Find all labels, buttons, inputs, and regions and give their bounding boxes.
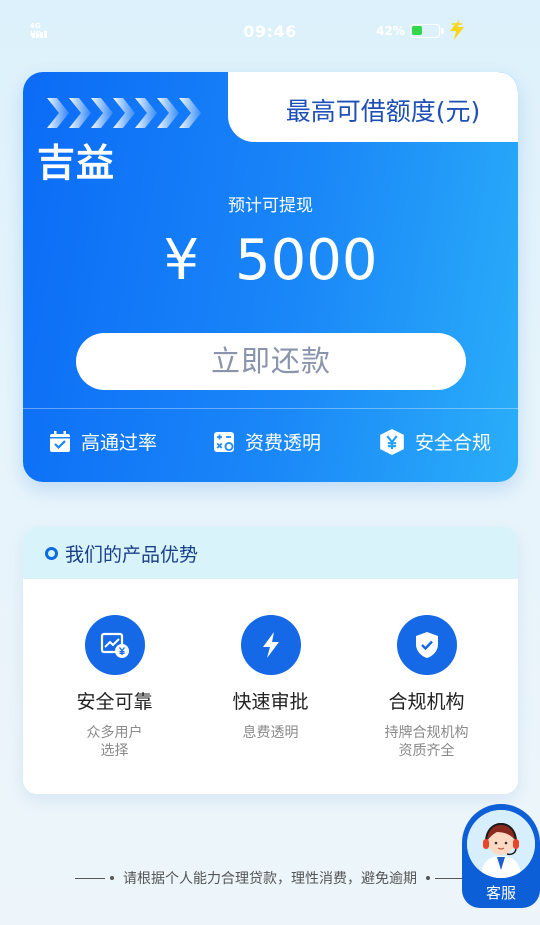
advantages-card: 我们的产品优势 安全可靠 众多用户 选择 快速审批 息费透明 合规机构 持牌合规… xyxy=(23,527,518,794)
calculator-icon xyxy=(214,431,234,452)
customer-service-label: 客服 xyxy=(485,884,516,902)
customer-service-avatar-icon xyxy=(467,810,535,878)
yuan-shield-icon xyxy=(380,428,404,455)
advantage-desc: 持牌合规机构 资质齐全 xyxy=(344,724,509,760)
charging-bolt-icon xyxy=(450,20,464,40)
battery-icon xyxy=(410,24,444,38)
currency-symbol: ¥ xyxy=(163,228,200,293)
advantages-title: 我们的产品优势 xyxy=(65,544,199,566)
feature-row: 高通过率 资费透明 安全合规 xyxy=(23,428,518,458)
footer-note-text: 请根据个人能力合理贷款，理性消费，避免逾期 xyxy=(123,871,417,887)
advantage-title: 快速审批 xyxy=(232,691,309,713)
divider-dot xyxy=(426,876,431,880)
divider-line xyxy=(74,877,105,879)
withdraw-label: 预计可提现 xyxy=(228,196,313,216)
feature-label: 安全合规 xyxy=(415,432,492,454)
divider-line xyxy=(435,877,466,879)
divider-dot xyxy=(109,876,114,880)
brand-name: 吉益 xyxy=(37,141,116,185)
lightning-icon xyxy=(240,615,301,675)
footer-note: 请根据个人能力合理贷款，理性消费，避免逾期 xyxy=(0,868,540,888)
advantages-header: 我们的产品优势 xyxy=(23,527,518,579)
advantage-item-fast: 快速审批 息费透明 xyxy=(188,615,353,742)
credit-limit-card: 最高可借额度(元) 吉益 预计可提现 ¥ 5000 立即还款 高通过率 资费透明… xyxy=(23,72,518,482)
battery-percent: 42% xyxy=(376,24,405,38)
advantage-item-safe: 安全可靠 众多用户 选择 xyxy=(32,615,197,760)
feature-pass-rate: 高通过率 xyxy=(49,428,157,455)
feature-transparent-fees: 资费透明 xyxy=(213,428,321,455)
card-divider xyxy=(23,408,518,409)
repay-button[interactable]: 立即还款 xyxy=(76,333,466,390)
withdraw-amount: ¥ 5000 xyxy=(23,228,518,293)
advantage-title: 安全可靠 xyxy=(76,691,153,713)
advantage-desc: 众多用户 选择 xyxy=(32,724,197,760)
calendar-check-icon xyxy=(50,430,70,452)
feature-label: 高通过率 xyxy=(81,432,158,454)
customer-service-button[interactable]: 客服 xyxy=(462,804,540,908)
money-chart-icon xyxy=(84,615,145,675)
chevron-arrows-icon xyxy=(47,98,201,128)
advantage-desc-line: 资质齐全 xyxy=(398,743,455,759)
limit-title: 最高可借额度(元) xyxy=(285,97,481,126)
advantage-desc-line: 息费透明 xyxy=(242,725,299,741)
advantage-desc: 息费透明 xyxy=(188,724,353,742)
advantage-desc-line: 选择 xyxy=(100,743,129,759)
amount-value: 5000 xyxy=(234,228,378,293)
status-bar: 4G HD 09:46 42% xyxy=(0,0,540,64)
advantages-body: 安全可靠 众多用户 选择 快速审批 息费透明 合规机构 持牌合规机构 资质齐全 xyxy=(23,579,518,794)
advantage-title: 合规机构 xyxy=(388,691,465,713)
circle-bullet-icon xyxy=(45,547,58,560)
feature-label: 资费透明 xyxy=(245,432,322,454)
advantage-desc-line: 众多用户 xyxy=(86,725,143,741)
feature-safe-compliant: 安全合规 xyxy=(379,428,491,455)
shield-check-icon xyxy=(396,615,457,675)
advantage-desc-line: 持牌合规机构 xyxy=(384,725,469,741)
advantage-item-compliant: 合规机构 持牌合规机构 资质齐全 xyxy=(344,615,509,760)
